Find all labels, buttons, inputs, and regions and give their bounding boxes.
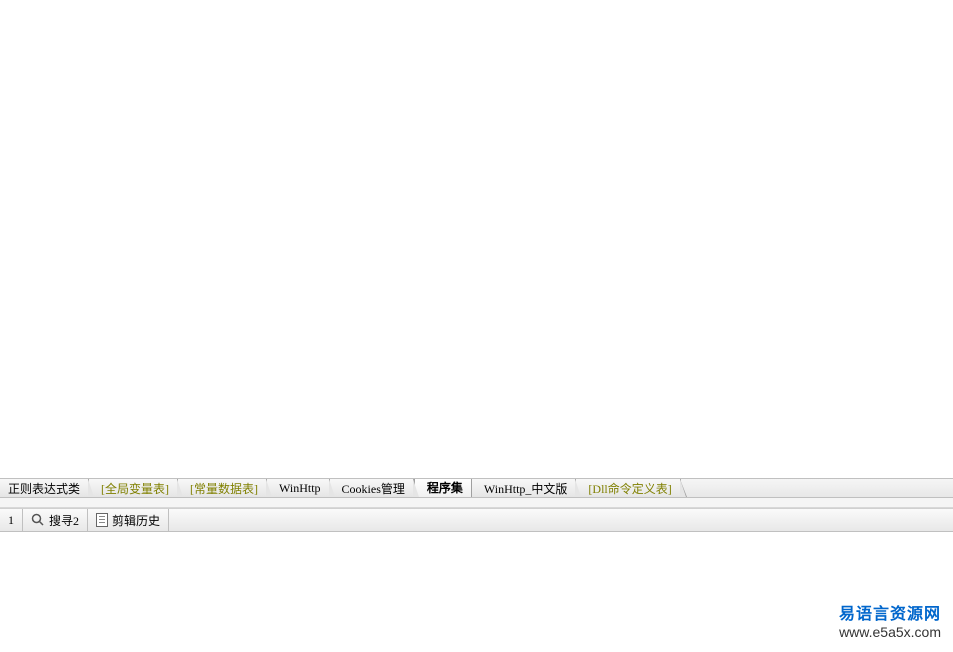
tab-label: [常量数据表] xyxy=(190,480,258,497)
tab-label: WinHttp xyxy=(279,481,321,496)
bottom-tab-suffix: 1 xyxy=(8,513,14,528)
watermark: 易语言资源网 www.e5a5x.com xyxy=(839,600,941,640)
bottom-tab-label: 搜寻2 xyxy=(49,512,79,529)
tab-winhttp-cn[interactable]: WinHttp_中文版 xyxy=(472,479,577,497)
tab-label: WinHttp_中文版 xyxy=(484,480,568,497)
tab-label: [Dll命令定义表] xyxy=(588,480,671,497)
tab-label: 程序集 xyxy=(427,479,463,496)
bottom-tab-edit-history[interactable]: 剪辑历史 xyxy=(88,509,169,531)
document-tab-bar: 正则表达式类 [全局变量表] [常量数据表] WinHttp Cookies管理… xyxy=(0,478,953,498)
divider xyxy=(0,498,953,508)
tab-regex-class[interactable]: 正则表达式类 xyxy=(0,479,89,497)
watermark-url: www.e5a5x.com xyxy=(839,624,941,640)
tab-programset[interactable]: 程序集 xyxy=(414,478,472,497)
tab-label: 正则表达式类 xyxy=(8,480,80,497)
tab-label: [全局变量表] xyxy=(101,480,169,497)
tab-label: Cookies管理 xyxy=(342,480,405,497)
tab-dll-cmd[interactable]: [Dll命令定义表] xyxy=(576,479,680,497)
tab-global-vars[interactable]: [全局变量表] xyxy=(89,479,178,497)
bottom-tab-item1[interactable]: 1 xyxy=(0,509,23,531)
tab-winhttp[interactable]: WinHttp xyxy=(267,479,330,497)
editor-main-area xyxy=(0,0,953,478)
watermark-title: 易语言资源网 xyxy=(839,600,941,624)
bottom-tab-label: 剪辑历史 xyxy=(112,512,160,529)
search-icon xyxy=(31,513,45,527)
tab-const-data[interactable]: [常量数据表] xyxy=(178,479,267,497)
output-tab-bar: 1 搜寻2 剪辑历史 xyxy=(0,508,953,532)
output-panel-area xyxy=(0,532,953,652)
bottom-tab-search2[interactable]: 搜寻2 xyxy=(23,509,88,531)
document-icon xyxy=(96,513,108,527)
tab-cookies[interactable]: Cookies管理 xyxy=(330,479,414,497)
